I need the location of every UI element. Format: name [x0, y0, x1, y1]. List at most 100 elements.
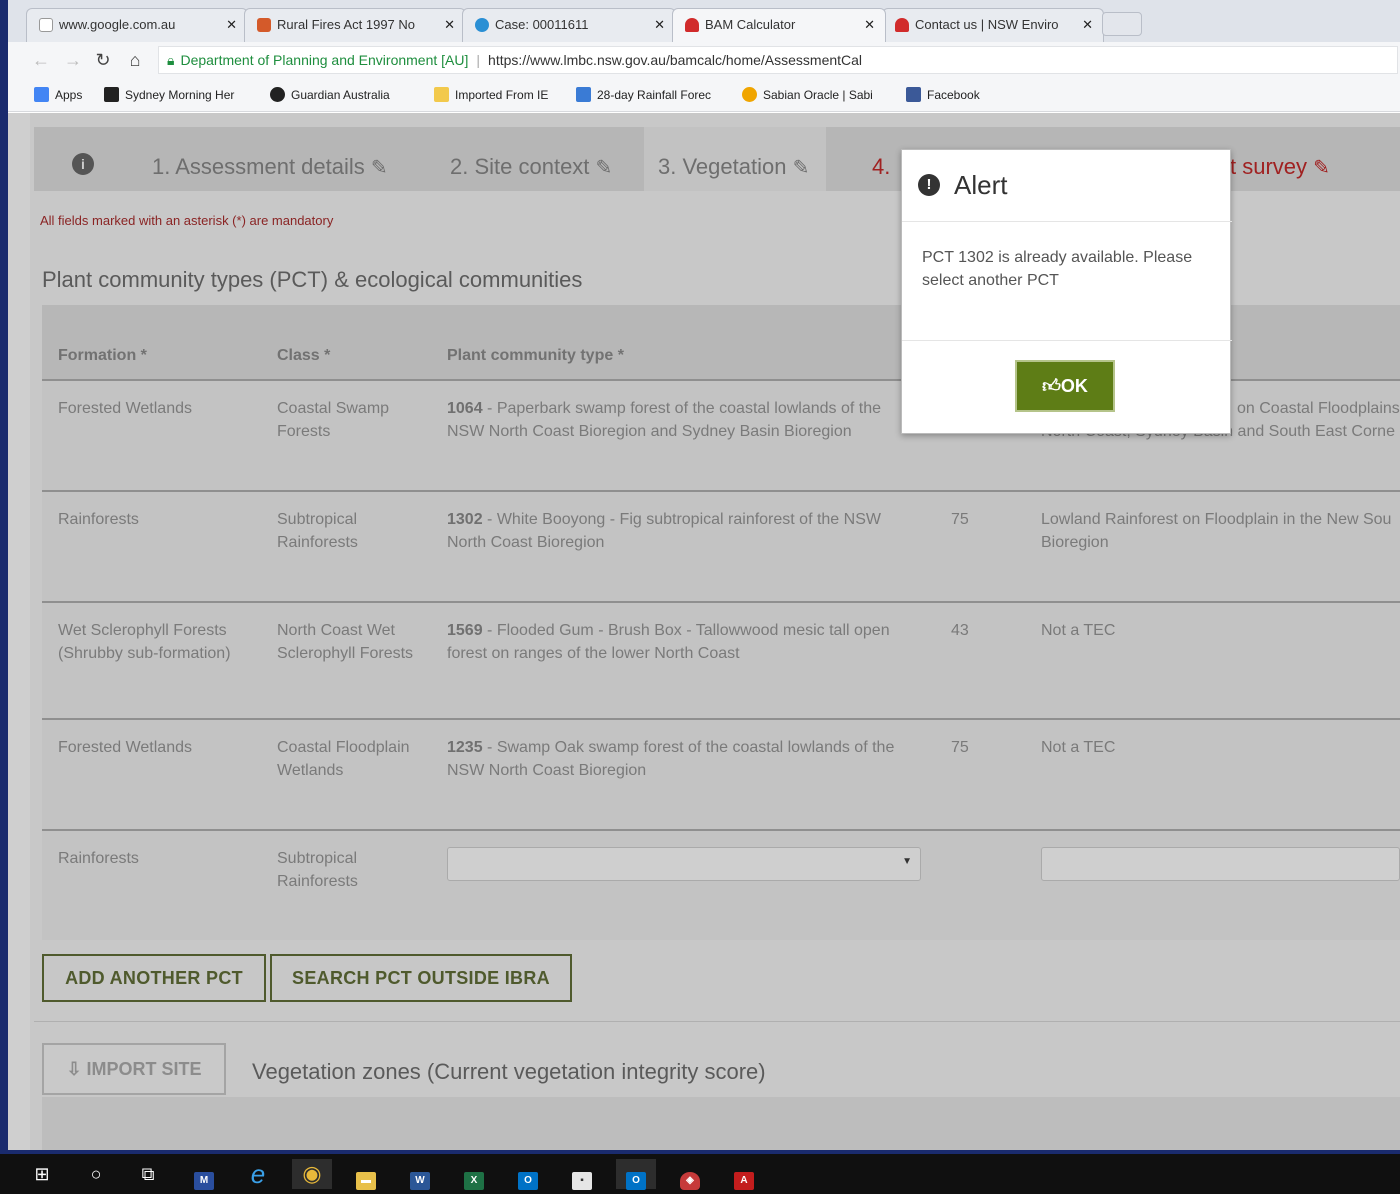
- browser-tab-rural-fires[interactable]: Rural Fires Act 1997 No ✕: [244, 8, 466, 42]
- import-site-button[interactable]: ⇩ IMPORT SITE: [42, 1043, 226, 1095]
- close-tab-icon[interactable]: ✕: [654, 17, 665, 33]
- vegetation-zones-title: Vegetation zones (Current vegetation int…: [252, 1059, 766, 1084]
- cell-pct: 1235 - Swamp Oak swamp forest of the coa…: [447, 736, 917, 782]
- task-view-icon[interactable]: ⧉: [128, 1159, 168, 1189]
- add-another-pct-button[interactable]: ADD ANOTHER PCT: [42, 954, 266, 1002]
- mandatory-note: All fields marked with an asterisk (*) a…: [40, 213, 334, 228]
- app-glyph: X: [464, 1172, 484, 1190]
- tab-strip: www.google.com.au ✕ Rural Fires Act 1997…: [8, 0, 1400, 42]
- back-arrow-icon[interactable]: ←: [30, 50, 52, 71]
- step-survey[interactable]: t survey ✎: [1230, 154, 1330, 180]
- address-bar[interactable]: 🔒︎ Department of Planning and Environment…: [158, 46, 1398, 74]
- step-label: t survey: [1230, 154, 1308, 179]
- tab-label: BAM Calculator: [705, 17, 796, 32]
- bookmark-smh[interactable]: Sydney Morning Her: [104, 87, 234, 102]
- tab-label: www.google.com.au: [59, 17, 176, 32]
- step-4[interactable]: 4.: [872, 154, 890, 180]
- pct-select[interactable]: ▼: [447, 847, 921, 881]
- smh-icon: [104, 87, 119, 102]
- bookmark-rainfall[interactable]: 28-day Rainfall Forec: [576, 87, 711, 102]
- pct-description: - Flooded Gum - Brush Box - Tallowwood m…: [447, 622, 890, 662]
- step-site-context[interactable]: 2. Site context ✎: [450, 154, 612, 180]
- forward-arrow-icon[interactable]: →: [62, 50, 84, 71]
- cell-tec-line2: Bioregion: [1041, 534, 1109, 551]
- step-label: 1. Assessment details: [152, 154, 365, 179]
- windows-taskbar: ⊞ ○ ⧉ M e ◉ ▬ W X O ▪ O ◈ A: [0, 1154, 1400, 1194]
- cloud-icon: [475, 18, 489, 32]
- bookmark-imported[interactable]: Imported From IE: [434, 87, 548, 102]
- excel-icon[interactable]: X: [454, 1159, 494, 1190]
- ok-button[interactable]: 👍︎OK: [1015, 360, 1115, 412]
- home-icon[interactable]: ⌂: [124, 50, 146, 71]
- pct-description: - Paperbark swamp forest of the coastal …: [447, 400, 882, 440]
- chrome-icon[interactable]: ◉: [292, 1159, 332, 1189]
- section-title: Plant community types (PCT) & ecological…: [42, 267, 583, 292]
- app-glyph: ◈: [680, 1172, 700, 1190]
- pct-id: 1569: [447, 622, 483, 639]
- nsw-icon: [685, 18, 699, 32]
- cell-tec: Lowland Rainforest on Floodplain in the …: [1041, 511, 1392, 528]
- tab-label: Case: 00011611: [495, 17, 589, 32]
- cortana-search-icon[interactable]: ○: [76, 1159, 116, 1189]
- internet-explorer-icon[interactable]: e: [238, 1159, 278, 1189]
- security-shield-icon[interactable]: ◈: [670, 1159, 710, 1190]
- header-class: Class *: [277, 347, 331, 364]
- reload-icon[interactable]: ↻: [92, 50, 114, 71]
- file-explorer-icon[interactable]: ▬: [346, 1159, 386, 1190]
- cell-formation: Rainforests: [58, 850, 139, 867]
- alert-footer-divider: [902, 340, 1232, 341]
- search-pct-outside-ibra-button[interactable]: SEARCH PCT OUTSIDE IBRA: [270, 954, 572, 1002]
- bookmark-facebook[interactable]: Facebook: [906, 87, 980, 102]
- app-icon-1[interactable]: M: [184, 1159, 224, 1190]
- close-tab-icon[interactable]: ✕: [444, 17, 455, 33]
- site-identity: Department of Planning and Environment […: [180, 52, 469, 68]
- app-glyph: A: [734, 1172, 754, 1190]
- tec-select[interactable]: [1041, 847, 1400, 881]
- cell-formation: Forested Wetlands: [58, 400, 192, 417]
- new-tab-button[interactable]: [1102, 12, 1142, 36]
- cell-percent: 43: [951, 622, 969, 639]
- info-icon[interactable]: i: [72, 153, 94, 175]
- table-row: Rainforests Subtropical Rainforests 1302…: [42, 494, 1400, 603]
- browser-tab-contact[interactable]: Contact us | NSW Enviro ✕: [882, 8, 1104, 42]
- alert-header: ! Alert: [902, 150, 1232, 222]
- cell-class: Subtropical Rainforests: [277, 850, 358, 890]
- close-tab-icon[interactable]: ✕: [226, 17, 237, 33]
- app-glyph: M: [194, 1172, 214, 1190]
- step-assessment-details[interactable]: 1. Assessment details ✎: [152, 154, 388, 180]
- cell-formation: Wet Sclerophyll Forests (Shrubby sub-for…: [58, 622, 231, 662]
- pct-id: 1064: [447, 400, 483, 417]
- pct-id: 1235: [447, 739, 483, 756]
- bookmark-label: Guardian Australia: [291, 88, 390, 102]
- browser-window: www.google.com.au ✕ Rural Fires Act 1997…: [8, 0, 1400, 1150]
- outlook-icon[interactable]: O: [508, 1159, 548, 1190]
- step-vegetation[interactable]: 3. Vegetation ✎: [658, 154, 809, 180]
- table-row: Rainforests Subtropical Rainforests ▼: [42, 833, 1400, 940]
- table-row: Wet Sclerophyll Forests (Shrubby sub-for…: [42, 605, 1400, 720]
- browser-tab-bam-calculator[interactable]: BAM Calculator ✕: [672, 8, 886, 42]
- outlook-running-icon[interactable]: O: [616, 1159, 656, 1190]
- bookmark-label: Facebook: [927, 88, 980, 102]
- alert-dialog: ! Alert PCT 1302 is already available. P…: [901, 149, 1232, 434]
- edit-icon: ✎: [370, 157, 388, 179]
- browser-tab-case[interactable]: Case: 00011611 ✕: [462, 8, 676, 42]
- sticky-notes-icon[interactable]: ▪: [562, 1159, 602, 1190]
- bookmark-sabian[interactable]: Sabian Oracle | Sabi: [742, 87, 873, 102]
- cell-tec: Not a TEC: [1041, 622, 1116, 639]
- bookmark-apps[interactable]: Apps: [34, 87, 82, 102]
- app-glyph: O: [626, 1172, 646, 1190]
- header-pct: Plant community type *: [447, 347, 624, 364]
- windows-start-icon[interactable]: ⊞: [22, 1159, 62, 1189]
- browser-tab-google[interactable]: www.google.com.au ✕: [26, 8, 248, 42]
- chevron-down-icon: ▼: [902, 856, 912, 867]
- cell-percent: 75: [951, 511, 969, 528]
- close-tab-icon[interactable]: ✕: [864, 17, 875, 33]
- cell-percent: 75: [951, 739, 969, 756]
- bookmark-guardian[interactable]: Guardian Australia: [270, 87, 390, 102]
- acrobat-icon[interactable]: A: [724, 1159, 764, 1190]
- alert-title: Alert: [954, 170, 1008, 200]
- bookmark-label: 28-day Rainfall Forec: [597, 88, 712, 102]
- word-icon[interactable]: W: [400, 1159, 440, 1190]
- close-tab-icon[interactable]: ✕: [1082, 17, 1093, 33]
- step-label: 3. Vegetation: [658, 154, 787, 179]
